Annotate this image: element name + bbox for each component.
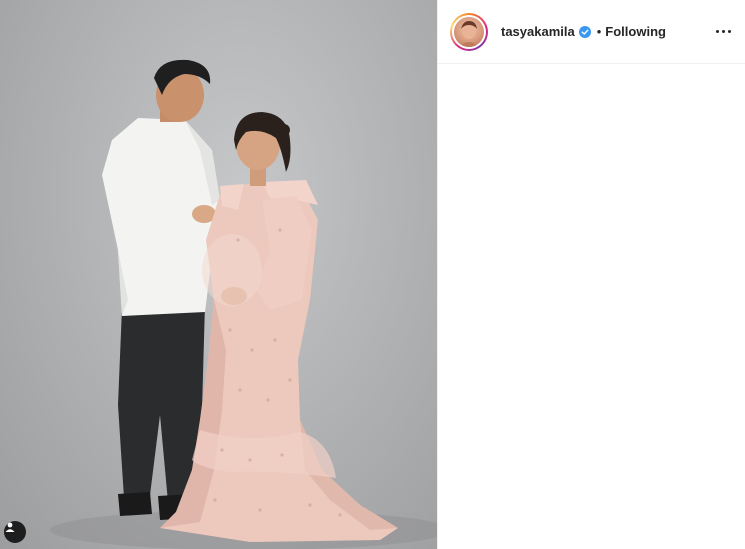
- photo-illustration: [50, 59, 437, 549]
- post-photo[interactable]: [0, 0, 437, 549]
- user-tag-icon[interactable]: [4, 521, 26, 543]
- post-side-panel: tasyakamila • Following: [437, 0, 745, 549]
- post-header: tasyakamila • Following: [438, 0, 745, 64]
- story-ring[interactable]: [450, 12, 488, 51]
- username-link[interactable]: tasyakamila: [501, 24, 575, 39]
- avatar: [454, 16, 484, 47]
- verified-badge-icon: [578, 25, 591, 38]
- instagram-post: tasyakamila • Following: [0, 0, 745, 549]
- following-button[interactable]: Following: [605, 24, 666, 39]
- separator-dot: •: [596, 24, 602, 39]
- more-options-icon[interactable]: [714, 24, 733, 39]
